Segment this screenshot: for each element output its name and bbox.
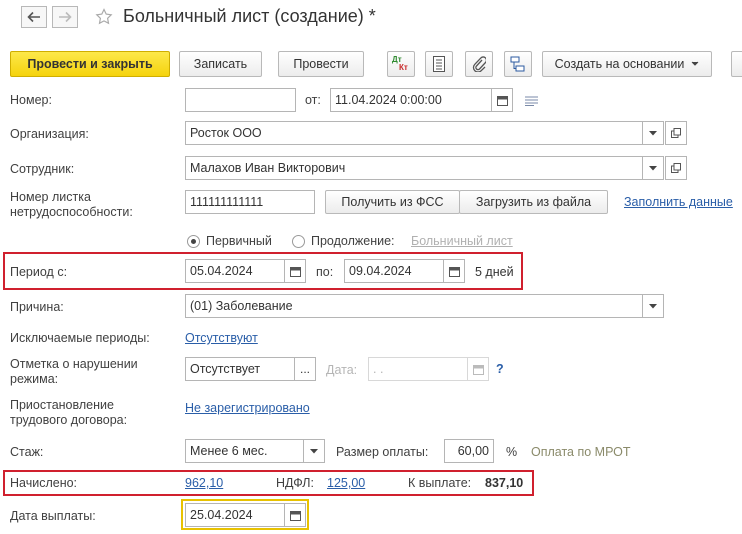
experience-dropdown-button[interactable] xyxy=(303,439,325,463)
employee-field[interactable]: Малахов Иван Викторович xyxy=(185,156,643,180)
mrot-label: Оплата по МРОТ xyxy=(531,445,631,459)
more-button[interactable] xyxy=(731,51,742,77)
violation-label: Отметка о нарушении режима: xyxy=(10,357,138,386)
pay-date-calendar-button[interactable] xyxy=(284,503,306,527)
pay-size-label: Размер оплаты: xyxy=(336,445,429,459)
reason-label: Причина: xyxy=(10,300,64,314)
attach-button[interactable] xyxy=(465,51,493,77)
violation-field[interactable]: Отсутствует xyxy=(185,357,295,381)
sick-list-link[interactable]: Больничный лист xyxy=(411,234,513,248)
caret-down-icon xyxy=(691,61,699,66)
caret-down-icon xyxy=(649,130,657,135)
list-button[interactable] xyxy=(425,51,453,77)
organization-open-button[interactable] xyxy=(665,121,687,145)
post-button[interactable]: Провести xyxy=(278,51,364,77)
calendar-icon xyxy=(289,266,301,277)
open-window-icon xyxy=(671,128,681,138)
excluded-periods-label: Исключаемые периоды: xyxy=(10,331,150,345)
primary-radio[interactable] xyxy=(187,235,200,248)
period-to-field[interactable]: 09.04.2024 xyxy=(344,259,444,283)
date-calendar-button[interactable] xyxy=(491,88,513,112)
suspension-link[interactable]: Не зарегистрировано xyxy=(185,401,310,415)
organization-field[interactable]: Росток ООО xyxy=(185,121,643,145)
excluded-periods-link[interactable]: Отсутствуют xyxy=(185,331,258,345)
number-label: Номер: xyxy=(10,93,52,107)
ndfl-label: НДФЛ: xyxy=(276,476,314,490)
save-button[interactable]: Записать xyxy=(179,51,262,77)
calendar-icon xyxy=(472,364,484,375)
structure-button[interactable] xyxy=(504,51,532,77)
calendar-icon xyxy=(289,510,301,521)
get-from-fss-button[interactable]: Получить из ФСС xyxy=(325,190,460,214)
experience-field[interactable]: Менее 6 мес. xyxy=(185,439,304,463)
accrued-label: Начислено: xyxy=(10,476,78,490)
pay-date-field[interactable]: 25.04.2024 xyxy=(185,503,285,527)
violation-date-label: Дата: xyxy=(326,363,358,377)
period-days-value: 5 дней xyxy=(475,265,514,279)
caret-down-icon xyxy=(310,448,318,453)
hierarchy-icon xyxy=(510,56,525,72)
reason-field[interactable]: (01) Заболевание xyxy=(185,294,643,318)
back-button[interactable] xyxy=(21,6,47,28)
payout-label: К выплате: xyxy=(408,476,472,490)
suspension-label: Приостановление трудового договора: xyxy=(10,398,128,427)
period-to-label: по: xyxy=(316,265,334,279)
number-field[interactable] xyxy=(185,88,296,112)
forward-button[interactable] xyxy=(52,6,78,28)
period-to-calendar-button[interactable] xyxy=(443,259,465,283)
primary-radio-label[interactable]: Первичный xyxy=(206,234,272,249)
organization-label: Организация: xyxy=(10,127,89,141)
load-from-file-button[interactable]: Загрузить из файла xyxy=(459,190,608,214)
open-window-icon xyxy=(671,163,681,173)
percent-sign: % xyxy=(506,445,518,459)
experience-label: Стаж: xyxy=(10,445,44,459)
caret-down-icon xyxy=(649,303,657,308)
ellipsis-icon: ... xyxy=(299,362,310,376)
dt-kt-button[interactable]: Дт Кт xyxy=(387,51,415,77)
continuation-radio[interactable] xyxy=(292,235,305,248)
employee-open-button[interactable] xyxy=(665,156,687,180)
period-label: Период с: xyxy=(10,265,68,279)
violation-select-button[interactable]: ... xyxy=(294,357,316,381)
date-field[interactable]: 11.04.2024 0:00:00 xyxy=(330,88,492,112)
violation-date-calendar-button[interactable] xyxy=(467,357,489,381)
continuation-radio-label[interactable]: Продолжение: xyxy=(311,234,395,249)
pay-size-field[interactable]: 60,00 xyxy=(444,439,494,463)
comment-icon[interactable] xyxy=(525,95,538,109)
paperclip-icon xyxy=(472,56,486,72)
reason-dropdown-button[interactable] xyxy=(642,294,664,318)
dt-kt-icon: Дт Кт xyxy=(392,55,408,72)
fill-data-link[interactable]: Заполнить данные xyxy=(624,195,733,209)
pay-date-label: Дата выплаты: xyxy=(10,509,96,523)
date-label: от: xyxy=(305,93,321,107)
employee-dropdown-button[interactable] xyxy=(642,156,664,180)
arrow-left-icon xyxy=(27,11,40,23)
calendar-icon xyxy=(496,95,508,106)
create-based-on-button[interactable]: Создать на основании xyxy=(542,51,712,77)
sheet-number-field[interactable]: 111111111111 xyxy=(185,190,315,214)
organization-dropdown-button[interactable] xyxy=(642,121,664,145)
page-title: Больничный лист (создание) * xyxy=(123,6,376,26)
document-list-icon xyxy=(433,56,445,72)
payout-amount: 837,10 xyxy=(485,476,524,490)
sheet-number-label: Номер листка нетрудоспособности: xyxy=(10,190,133,219)
calendar-icon xyxy=(448,266,460,277)
period-from-field[interactable]: 05.04.2024 xyxy=(185,259,285,283)
violation-date-field[interactable]: . . xyxy=(368,357,468,381)
arrow-right-icon xyxy=(59,11,72,23)
help-icon[interactable]: ? xyxy=(496,362,504,377)
employee-label: Сотрудник: xyxy=(10,162,75,176)
caret-down-icon xyxy=(649,165,657,170)
accrued-amount-link[interactable]: 962,10 xyxy=(185,476,223,490)
ndfl-amount-link[interactable]: 125,00 xyxy=(327,476,365,490)
favorite-star-icon[interactable] xyxy=(95,8,113,29)
post-and-close-button[interactable]: Провести и закрыть xyxy=(10,51,170,77)
period-from-calendar-button[interactable] xyxy=(284,259,306,283)
